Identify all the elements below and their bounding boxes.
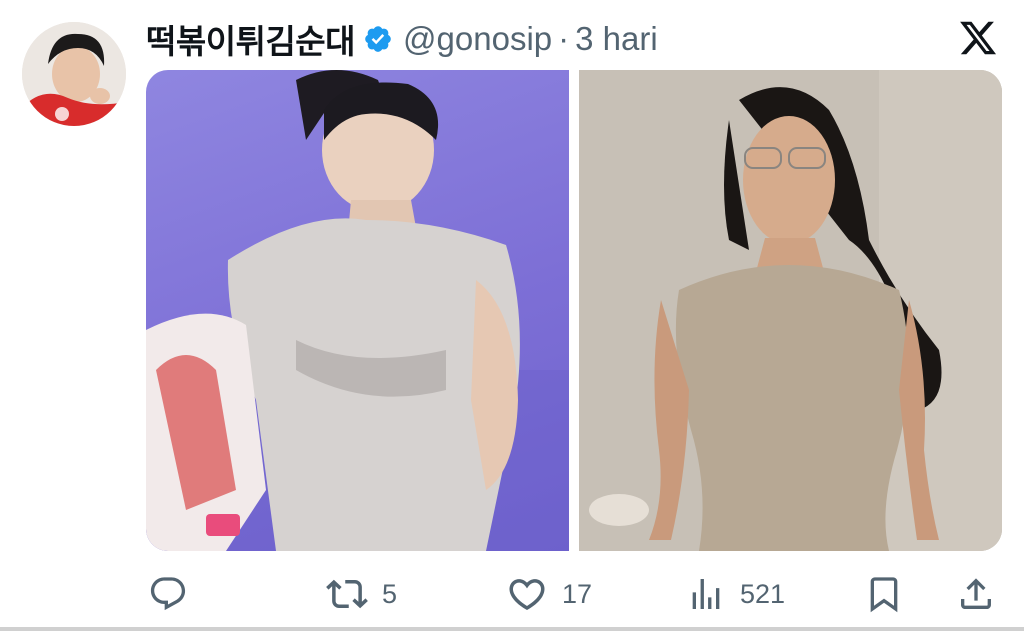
retweet-button[interactable]: 5 — [326, 573, 397, 615]
photo-left[interactable] — [146, 70, 569, 551]
bottom-divider — [0, 627, 1024, 631]
retweet-count: 5 — [382, 578, 398, 609]
retweet-icon — [326, 573, 368, 615]
views-chart-icon — [686, 574, 726, 614]
view-count: 521 — [740, 578, 786, 609]
tweet-actions: 5 17 521 — [146, 570, 1002, 618]
like-button[interactable]: 17 — [506, 573, 592, 615]
display-name[interactable]: 떡볶이튀김순대 — [146, 15, 356, 63]
bookmark-icon — [864, 574, 904, 614]
verified-badge-icon — [363, 24, 393, 54]
share-button[interactable] — [956, 574, 996, 614]
avatar[interactable] — [22, 22, 126, 126]
bookmark-button[interactable] — [864, 574, 904, 614]
media-grid — [146, 70, 1002, 551]
views-button[interactable]: 521 — [686, 574, 785, 614]
share-icon — [956, 574, 996, 614]
tweet-header: 떡볶이튀김순대 @gonosip · 3 hari — [146, 14, 658, 64]
separator-dot: · — [558, 20, 570, 57]
photo-right[interactable] — [579, 70, 1002, 551]
reply-button[interactable] — [148, 574, 188, 614]
reply-icon — [148, 574, 188, 614]
heart-icon — [506, 573, 548, 615]
x-logo-icon — [958, 18, 998, 58]
user-handle[interactable]: @gonosip — [403, 20, 552, 58]
like-count: 17 — [562, 578, 593, 609]
timestamp[interactable]: 3 hari — [575, 20, 658, 58]
